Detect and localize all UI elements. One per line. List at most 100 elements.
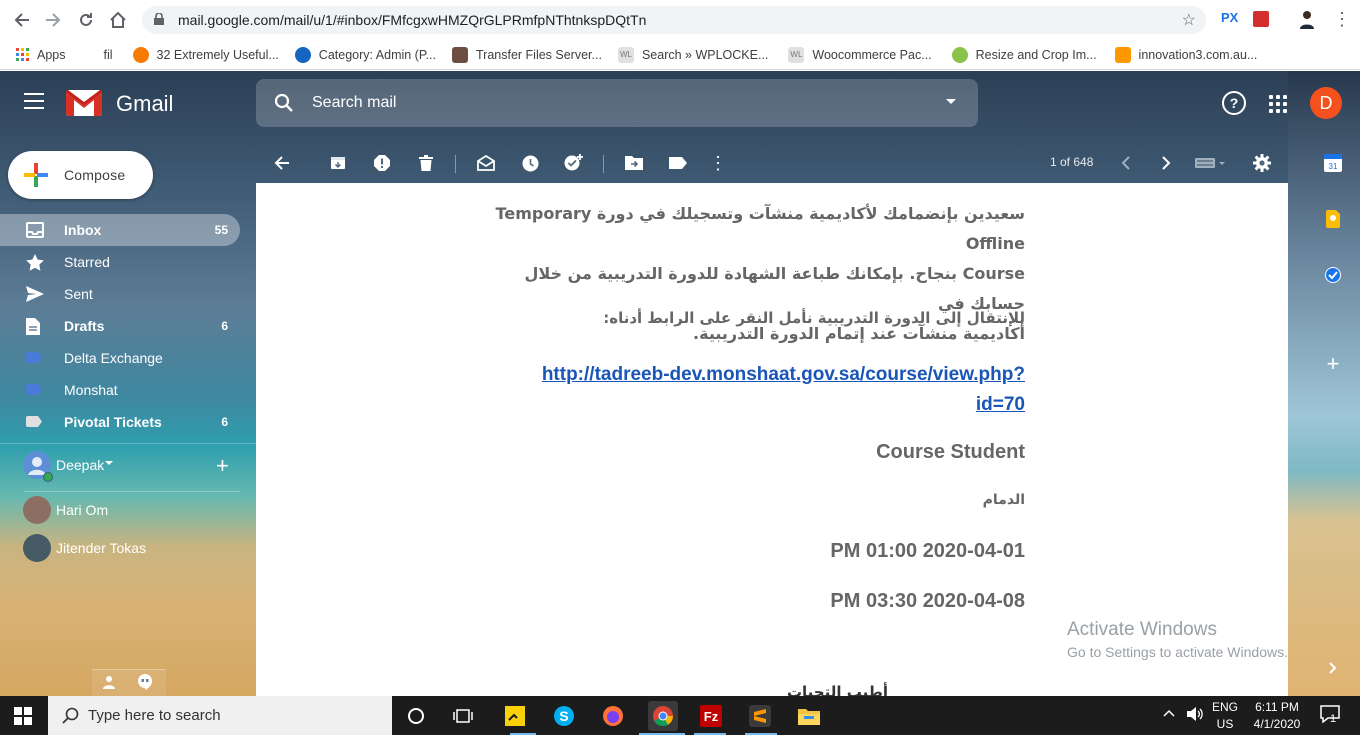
windows-start-icon[interactable] <box>14 707 32 730</box>
sidebar-item-label: Monshat <box>64 382 118 398</box>
message-toolbar: ⋮ 1 of 648 <box>256 143 1288 183</box>
course-link[interactable]: http://tadreeb-dev.monshaat.gov.sa/cours… <box>485 360 1025 420</box>
report-spam-icon[interactable] <box>370 151 394 175</box>
sidebar-item-delta-exchange[interactable]: Delta Exchange <box>0 342 256 374</box>
sublime-text-icon[interactable] <box>747 703 773 729</box>
add-to-tasks-icon[interactable] <box>562 151 586 175</box>
filezilla-icon[interactable]: Fz <box>698 703 724 729</box>
hangouts-contact[interactable]: Jitender Tokas <box>0 530 256 566</box>
browser-toolbar: mail.google.com/mail/u/1/#inbox/FMfcgxwH… <box>0 0 1360 40</box>
task-view-icon[interactable] <box>450 703 476 729</box>
hangouts-user[interactable]: Deepak + <box>0 447 256 483</box>
skype-icon[interactable]: S <box>551 703 577 729</box>
new-conversation-icon[interactable]: + <box>216 453 229 479</box>
labels-icon[interactable] <box>666 151 690 175</box>
chrome-icon[interactable] <box>648 701 678 731</box>
gmail-logo-icon[interactable] <box>66 90 102 116</box>
course-name: Course Student <box>876 441 1025 463</box>
bookmark-item[interactable]: innovation3.com.au... <box>1114 46 1257 63</box>
star-icon <box>26 254 44 271</box>
back-to-inbox-icon[interactable] <box>270 151 294 175</box>
archive-icon[interactable] <box>326 151 350 175</box>
bookmark-item[interactable]: WL Woocommerce Pac... <box>788 46 932 63</box>
sidebar-item-label: Sent <box>64 286 93 302</box>
search-bar[interactable]: Search mail <box>256 79 978 127</box>
settings-gear-icon[interactable] <box>1250 151 1274 175</box>
bookmark-fil[interactable]: fil <box>104 48 113 62</box>
snooze-icon[interactable] <box>518 151 542 175</box>
input-tools-icon[interactable] <box>1194 151 1228 175</box>
sidebar-item-sent[interactable]: Sent <box>0 278 256 310</box>
contacts-icon[interactable] <box>102 675 116 694</box>
bookmark-favicon-icon <box>451 46 468 63</box>
bookmark-apps[interactable]: Apps <box>16 48 66 62</box>
tasks-addon-icon[interactable] <box>1318 263 1348 287</box>
bookmark-favicon-icon <box>1114 46 1131 63</box>
search-options-icon[interactable] <box>946 99 956 104</box>
volume-icon[interactable] <box>1186 706 1204 725</box>
file-explorer-icon[interactable] <box>796 703 822 729</box>
sidebar-item-inbox[interactable]: Inbox 55 <box>0 214 240 246</box>
older-icon[interactable] <box>1154 151 1178 175</box>
delete-icon[interactable] <box>414 151 438 175</box>
search-icon <box>62 707 80 730</box>
search-icon[interactable] <box>274 93 294 113</box>
hangouts-contact[interactable]: Hari Om <box>0 492 256 528</box>
bookmark-item[interactable]: WL Search » WPLOCKE... <box>617 46 768 63</box>
sidebar-item-pivotal-tickets[interactable]: Pivotal Tickets 6 <box>0 406 256 438</box>
back-icon[interactable] <box>6 4 38 36</box>
bookmark-item[interactable]: Category: Admin (P... <box>294 46 436 63</box>
bookmark-item[interactable]: Transfer Files Server... <box>451 46 602 63</box>
sidebar-item-drafts[interactable]: Drafts 6 <box>0 310 256 342</box>
hide-side-panel-icon[interactable] <box>1318 656 1348 680</box>
cortana-icon[interactable] <box>403 703 429 729</box>
course-start-date: PM 01:00 2020-04-01 <box>830 540 1025 562</box>
firefox-icon[interactable] <box>600 703 626 729</box>
sidebar-item-starred[interactable]: Starred <box>0 246 256 278</box>
sticky-notes-icon[interactable] <box>502 703 528 729</box>
browser-menu-icon[interactable]: ⋮ <box>1333 10 1351 28</box>
newer-icon[interactable] <box>1114 151 1138 175</box>
language-indicator[interactable]: ENG US <box>1212 700 1238 731</box>
profile-icon[interactable] <box>1298 9 1316 29</box>
account-avatar[interactable]: D <box>1310 87 1342 119</box>
address-bar[interactable]: mail.google.com/mail/u/1/#inbox/FMfcgxwH… <box>142 6 1206 34</box>
keep-addon-icon[interactable] <box>1318 207 1348 231</box>
label-icon <box>26 416 44 432</box>
sidebar-item-label: Drafts <box>64 318 105 334</box>
svg-text:31: 31 <box>1329 162 1338 171</box>
bookmark-item[interactable]: 32 Extremely Useful... <box>132 46 279 63</box>
sidebar-item-label: Starred <box>64 254 110 270</box>
reload-icon[interactable] <box>70 4 102 36</box>
app-title: Gmail <box>116 91 174 116</box>
mark-unread-icon[interactable] <box>474 151 498 175</box>
unread-count: 55 <box>214 223 228 237</box>
bookmark-star-icon[interactable]: ☆ <box>1182 10 1196 30</box>
show-hidden-icons-icon[interactable] <box>1163 706 1175 720</box>
bookmark-favicon-icon: WL <box>788 46 805 63</box>
sidebar-item-monshat[interactable]: Monshat <box>0 374 256 406</box>
forward-icon[interactable] <box>37 4 69 36</box>
google-apps-icon[interactable] <box>1269 95 1287 113</box>
help-icon[interactable]: ? <box>1222 91 1246 115</box>
clock[interactable]: 6:11 PM 4/1/2020 <box>1249 700 1305 731</box>
calendar-addon-icon[interactable]: 31 <box>1318 151 1348 175</box>
action-center-icon[interactable]: 1 <box>1318 705 1342 727</box>
home-icon[interactable] <box>102 4 134 36</box>
move-to-icon[interactable] <box>622 151 646 175</box>
search-input[interactable]: Search mail <box>312 94 396 112</box>
compose-button[interactable]: Compose <box>8 151 153 199</box>
extension-icon[interactable] <box>1253 11 1269 27</box>
contact-avatar <box>23 496 51 524</box>
get-addons-icon[interactable]: + <box>1318 351 1348 376</box>
bookmark-favicon-icon <box>951 46 968 63</box>
more-options-icon[interactable]: ⋮ <box>706 151 730 175</box>
main-menu-icon[interactable] <box>24 93 44 109</box>
chevron-down-icon[interactable] <box>105 461 113 465</box>
draft-icon <box>26 318 44 335</box>
hangouts-icon[interactable] <box>138 674 152 695</box>
online-status-icon <box>43 472 53 482</box>
px-extension-icon[interactable]: PX <box>1221 10 1238 25</box>
taskbar-search-input[interactable]: Type here to search <box>48 696 392 735</box>
bookmark-item[interactable]: Resize and Crop Im... <box>951 46 1097 63</box>
